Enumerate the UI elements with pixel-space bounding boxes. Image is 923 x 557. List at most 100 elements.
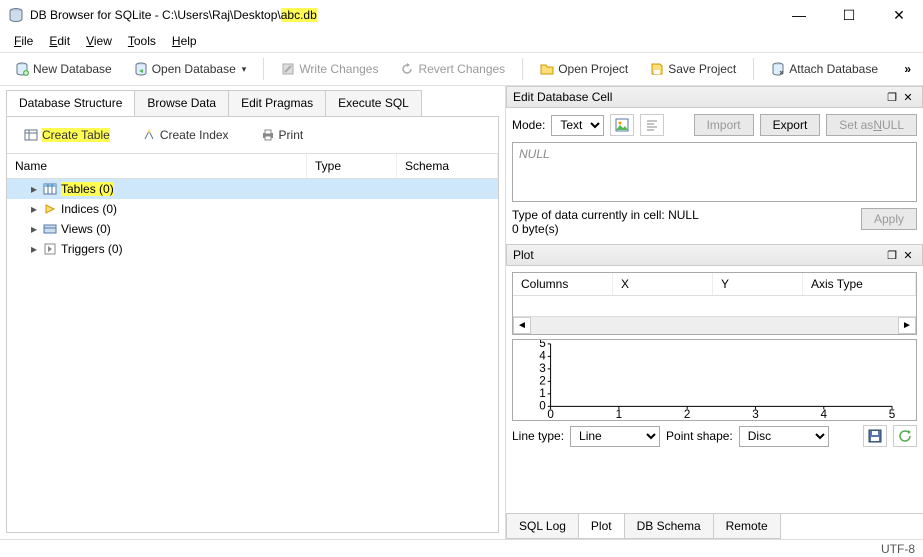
main-toolbar: New Database Open Database ▾ Write Chang… — [0, 52, 923, 86]
menu-help[interactable]: Help — [166, 32, 203, 50]
export-button[interactable]: Export — [760, 114, 821, 136]
tree-item-label: Views (0) — [61, 222, 111, 236]
column-type[interactable]: Type — [307, 154, 397, 178]
svg-text:5: 5 — [889, 408, 896, 420]
menubar: File Edit View Tools Help — [0, 30, 923, 52]
svg-text:2: 2 — [684, 408, 691, 420]
tree-item[interactable]: ▸ Tables (0) — [7, 179, 498, 199]
tab-database-structure[interactable]: Database Structure — [6, 90, 135, 116]
revert-changes-button[interactable]: Revert Changes — [391, 57, 514, 81]
import-button[interactable]: Import — [694, 114, 754, 136]
left-pane: Database Structure Browse Data Edit Prag… — [0, 86, 506, 539]
plot-chart[interactable]: 012345012345 — [512, 339, 917, 421]
main-tabs: Database Structure Browse Data Edit Prag… — [0, 86, 505, 116]
cell-size-info: 0 byte(s) — [512, 222, 855, 236]
menu-tools[interactable]: Tools — [122, 32, 162, 50]
edit-cell-panel-title: Edit Database Cell ❐ ✕ — [506, 86, 923, 108]
tab-execute-sql[interactable]: Execute SQL — [325, 90, 422, 116]
scroll-left-button[interactable]: ◄ — [513, 317, 531, 334]
cell-type-info: Type of data currently in cell: NULL — [512, 208, 855, 222]
index-icon — [43, 202, 57, 216]
statusbar: UTF-8 — [0, 539, 923, 557]
expand-toggle[interactable]: ▸ — [29, 222, 39, 236]
plot-header-y[interactable]: Y — [713, 273, 803, 295]
app-icon — [8, 7, 24, 23]
write-changes-button[interactable]: Write Changes — [272, 57, 387, 81]
minimize-button[interactable]: — — [783, 7, 815, 24]
bottom-tabs: SQL Log Plot DB Schema Remote — [506, 513, 923, 539]
tree-item[interactable]: ▸Indices (0) — [7, 199, 498, 219]
plot-close-button[interactable]: ✕ — [900, 249, 916, 262]
plot-columns-table: Columns X Y Axis Type ◄ ► — [512, 272, 917, 335]
create-table-button[interactable]: Create Table — [15, 123, 119, 147]
maximize-button[interactable]: ☐ — [833, 7, 865, 24]
window-title: DB Browser for SQLite - C:\Users\Raj\Des… — [30, 8, 783, 22]
tab-browse-data[interactable]: Browse Data — [134, 90, 229, 116]
plot-header-columns[interactable]: Columns — [513, 273, 613, 295]
tree-item-label: Triggers (0) — [61, 242, 123, 256]
svg-text:4: 4 — [821, 408, 828, 420]
text-align-button[interactable] — [640, 114, 664, 136]
menu-file[interactable]: File — [8, 32, 39, 50]
svg-text:1: 1 — [616, 408, 623, 420]
expand-toggle[interactable]: ▸ — [29, 202, 39, 216]
svg-text:0: 0 — [539, 399, 546, 412]
column-name[interactable]: Name — [7, 154, 307, 178]
create-index-button[interactable]: Create Index — [133, 123, 238, 147]
tree-item[interactable]: ▸ Views (0) — [7, 219, 498, 239]
save-project-button[interactable]: Save Project — [641, 57, 745, 81]
scroll-track[interactable] — [531, 317, 898, 334]
new-database-button[interactable]: New Database — [6, 57, 121, 81]
tree-header: Name Type Schema — [7, 153, 498, 179]
menu-edit[interactable]: Edit — [43, 32, 76, 50]
plot-header-axis-type[interactable]: Axis Type — [803, 273, 916, 295]
dropdown-arrow-icon[interactable]: ▾ — [242, 64, 247, 75]
line-type-select[interactable]: Line — [570, 426, 660, 447]
panel-undock-button[interactable]: ❐ — [884, 91, 900, 104]
open-project-icon — [540, 62, 554, 76]
point-shape-select[interactable]: Disc — [739, 426, 829, 447]
set-null-button[interactable]: Set as NULL — [826, 114, 917, 136]
edit-cell-title-label: Edit Database Cell — [513, 90, 612, 104]
table-icon — [43, 182, 57, 196]
image-mode-button[interactable] — [610, 114, 634, 136]
plot-undock-button[interactable]: ❐ — [884, 249, 900, 262]
btab-plot[interactable]: Plot — [578, 514, 625, 539]
tab-edit-pragmas[interactable]: Edit Pragmas — [228, 90, 326, 116]
line-type-label: Line type: — [512, 429, 564, 443]
panel-close-button[interactable]: ✕ — [900, 91, 916, 104]
btab-remote[interactable]: Remote — [713, 514, 781, 539]
close-button[interactable]: ✕ — [883, 7, 915, 24]
mode-label: Mode: — [512, 118, 545, 132]
svg-text:5: 5 — [539, 340, 546, 350]
plot-header-x[interactable]: X — [613, 273, 713, 295]
refresh-plot-button[interactable] — [893, 425, 917, 447]
print-button[interactable]: Print — [252, 123, 313, 147]
apply-button[interactable]: Apply — [861, 208, 917, 230]
scroll-right-button[interactable]: ► — [898, 317, 916, 334]
open-database-button[interactable]: Open Database ▾ — [125, 57, 256, 81]
save-plot-button[interactable] — [863, 425, 887, 447]
right-pane: Edit Database Cell ❐ ✕ Mode: Text Import… — [506, 86, 923, 539]
btab-db-schema[interactable]: DB Schema — [624, 514, 714, 539]
cell-content-area[interactable]: NULL — [512, 142, 917, 202]
attach-database-button[interactable]: Attach Database — [762, 57, 887, 81]
tree-item[interactable]: ▸ Triggers (0) — [7, 239, 498, 259]
open-database-icon — [134, 62, 148, 76]
expand-toggle[interactable]: ▸ — [29, 182, 39, 196]
plot-panel: Columns X Y Axis Type ◄ ► 012345012345 L… — [506, 268, 923, 513]
schema-tree[interactable]: ▸Tables (0)▸Indices (0)▸Views (0)▸Trigge… — [7, 179, 498, 532]
open-project-button[interactable]: Open Project — [531, 57, 637, 81]
column-schema[interactable]: Schema — [397, 154, 498, 178]
print-icon — [261, 128, 275, 142]
save-project-icon — [650, 62, 664, 76]
trigger-icon — [43, 242, 57, 256]
toolbar-overflow[interactable]: » — [898, 62, 917, 76]
svg-text:1: 1 — [539, 387, 546, 400]
btab-sql-log[interactable]: SQL Log — [506, 514, 579, 539]
mode-select[interactable]: Text — [551, 115, 604, 136]
structure-toolbar: Create Table Create Index Print — [7, 117, 498, 153]
menu-view[interactable]: View — [80, 32, 118, 50]
expand-toggle[interactable]: ▸ — [29, 242, 39, 256]
tree-item-label: Tables (0) — [61, 182, 114, 196]
